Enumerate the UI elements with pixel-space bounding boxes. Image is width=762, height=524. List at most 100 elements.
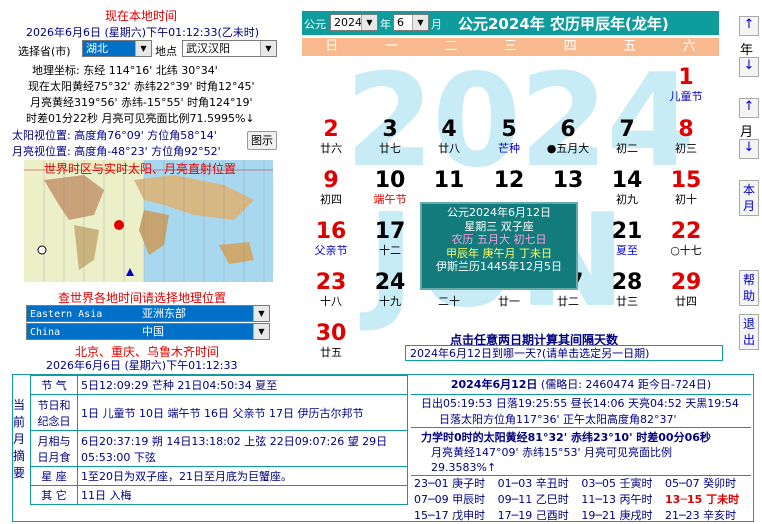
hour-cell: 21─23 辛亥时 — [665, 509, 737, 522]
month-unit: 月 — [431, 18, 442, 31]
day-cell-23[interactable]: 23 十八 — [302, 271, 360, 309]
place-select[interactable]: 武汉汉阳 ▼ — [182, 40, 277, 57]
summary-label: 节 气 — [30, 375, 78, 395]
province-label: 选择省(市) — [18, 45, 71, 58]
tooltip-weekday: 星期三 双子座 — [464, 219, 534, 233]
day-cell-4[interactable]: 4 廿八 — [420, 118, 478, 156]
summary-row: 节 气 5日12:09:29 芒种 21日04:50:34 夏至 — [30, 375, 408, 395]
day-cell-16[interactable]: 16 父亲节 — [302, 220, 360, 258]
day-number: 8 — [678, 117, 694, 142]
day-cell-7[interactable]: 7 初二 — [598, 118, 656, 156]
month-label: 月 — [740, 125, 754, 140]
sun-angles: 日落太阳方位角117°36' 正午太阳高度角82°37' — [411, 412, 751, 428]
region-select[interactable]: Eastern Asia 亚洲东部 ▼ — [26, 305, 270, 322]
day-cell-3[interactable]: 3 廿七 — [361, 118, 419, 156]
day-cell-21[interactable]: 21 夏至 — [598, 220, 656, 258]
day-cell-5[interactable]: 5 芒种 — [480, 118, 538, 156]
chevron-down-icon: ▼ — [253, 324, 269, 339]
month-up-button[interactable]: ↑ — [739, 98, 759, 118]
day-cell-12[interactable]: 12 — [480, 169, 538, 193]
year-select[interactable]: 2024 ▼ — [330, 14, 378, 31]
day-lunar: 初十 — [675, 193, 697, 206]
calendar-header: 公元 2024 ▼ 年 6 ▼ 月 公元2024年 农历甲辰年(龙年) — [302, 11, 719, 35]
chevron-down-icon: ▼ — [412, 15, 428, 30]
province-select[interactable]: 湖北 ▼ — [82, 40, 152, 57]
hour-cell: 15─17 戊申时 — [414, 509, 486, 522]
day-cell-8[interactable]: 8 初三 — [657, 118, 715, 156]
tooltip-lunar: 农历 五月大 初七日 — [451, 233, 547, 246]
day-lunar: 十二 — [379, 244, 401, 257]
summary-row: 月相与日月食 6日20:37:19 朔 14日13:18:02 上弦 22日09:… — [30, 430, 408, 467]
day-lunar: 廿五 — [320, 346, 342, 359]
local-datetime: 2026年6月6日 (星期六)下午01:12:33(乙未时) — [26, 26, 260, 39]
day-lunar: 十九 — [379, 295, 401, 308]
year-up-button[interactable]: ↑ — [739, 16, 759, 36]
day-lunar: 廿二 — [557, 295, 579, 308]
time-diff: 时差01分22秒 月亮可见亮面比例71.5995%↓ — [26, 112, 255, 125]
day-number: 23 — [315, 270, 347, 295]
day-number: 17 — [374, 219, 406, 244]
day-number: 11 — [433, 168, 465, 193]
day-info: 2024年6月12日 (儒略日: 2460474 距今日-724日) 日出05:… — [411, 376, 751, 522]
chevron-down-icon: ▼ — [361, 15, 377, 30]
day-number: 13 — [552, 168, 584, 193]
day-cell-14[interactable]: 14 初九 — [598, 169, 656, 207]
calendar-title: 公元2024年 农历甲辰年(龙年) — [458, 15, 669, 33]
day-cell-11[interactable]: 11 — [420, 169, 478, 193]
day-cell-30[interactable]: 30 廿五 — [302, 322, 360, 360]
summary-label: 星 座 — [30, 466, 78, 486]
sun-times: 日出05:19:53 日落19:25:55 昼长14:06 天亮04:52 天黑… — [421, 397, 739, 410]
day-lunar: 十八 — [320, 295, 342, 308]
world-time-link: 查世界各地时间请选择地理位置 — [58, 291, 227, 305]
chevron-down-icon: ▼ — [135, 41, 151, 56]
day-cell-1[interactable]: 1 儿童节 — [657, 66, 715, 104]
month-down-button[interactable]: ↓ — [739, 139, 759, 159]
day-number: 24 — [374, 270, 406, 295]
summary-label: 其 它 — [30, 485, 78, 505]
day-lunar: 初三 — [675, 142, 697, 155]
day-lunar: 儿童节 — [669, 90, 703, 103]
hour-cell: 03─05 壬寅时 — [581, 477, 653, 490]
hours-row: 07─09 甲辰时 09─11 乙巳时 11─13 丙午时 13─15 丁未时 — [412, 492, 750, 508]
hours-row: 15─17 戊申时 17─19 己酉时 19─21 庚戌时 21─23 辛亥时 — [412, 508, 750, 524]
help-button[interactable]: 帮助 — [739, 270, 759, 306]
world-map-graphic — [24, 160, 273, 282]
day-lunar: 廿六 — [320, 142, 342, 155]
moon-ecliptic: 月亮黄经319°56' 赤纬-15°55' 时角124°19' — [30, 96, 253, 109]
day-number: 7 — [619, 117, 635, 142]
day-cell-13[interactable]: 13 — [539, 169, 597, 193]
hour-cell: 13─15 丁未时 — [665, 493, 740, 506]
hour-cell: 01─03 辛丑时 — [497, 477, 569, 490]
this-month-button[interactable]: 本月 — [739, 180, 759, 216]
day-cell-17[interactable]: 17 十二 — [361, 220, 419, 258]
summary-value: 5日12:09:29 芒种 21日04:50:34 夏至 — [77, 375, 408, 395]
interval-text[interactable]: 2024年6月12日到哪一天?(请单击选定另一日期) — [405, 345, 723, 361]
day-lunar: 初九 — [616, 193, 638, 206]
day-cell-29[interactable]: 29 廿四 — [657, 271, 715, 309]
hour-cell: 11─13 丙午时 — [581, 493, 653, 506]
summary-value: 1至20日为双子座，21日至月底为巨蟹座。 — [77, 466, 408, 486]
summary-row: 星 座 1至20日为双子座，21日至月底为巨蟹座。 — [30, 466, 408, 486]
hour-cell: 17─19 己酉时 — [497, 509, 569, 522]
month-select[interactable]: 6 ▼ — [393, 14, 429, 31]
day-cell-6[interactable]: 6 ●五月大 — [539, 118, 597, 156]
geo-coords: 地理坐标: 东经 114°16' 北纬 30°34' — [32, 64, 218, 77]
exit-button[interactable]: 退出 — [739, 314, 759, 350]
summary-value: 11日 入梅 — [77, 485, 408, 505]
local-time-title: 现在本地时间 — [105, 9, 178, 23]
day-cell-24[interactable]: 24 十九 — [361, 271, 419, 309]
hour-cell: 19─21 庚戌时 — [581, 509, 653, 522]
day-cell-15[interactable]: 15 初十 — [657, 169, 715, 207]
hours-table: 23─01 庚子时 01─03 辛丑时 03─05 壬寅时 05─07 癸卯时 07─0… — [412, 476, 750, 524]
day-cell-10[interactable]: 10 端午节 — [361, 169, 419, 207]
country-select[interactable]: China 中国 ▼ — [26, 323, 270, 340]
world-timezone-map[interactable] — [24, 160, 273, 282]
day-lunar: 廿七 — [379, 142, 401, 155]
day-cell-2[interactable]: 2 廿六 — [302, 118, 360, 156]
day-info-date: 2024年6月12日 — [450, 378, 538, 391]
year-down-button[interactable]: ↓ — [739, 57, 759, 77]
day-cell-22[interactable]: 22 ○十七 — [657, 220, 715, 258]
day-cell-9[interactable]: 9 初四 — [302, 169, 360, 207]
day-cell-28[interactable]: 28 廿三 — [598, 271, 656, 309]
chart-button[interactable]: 图示 — [247, 131, 277, 150]
